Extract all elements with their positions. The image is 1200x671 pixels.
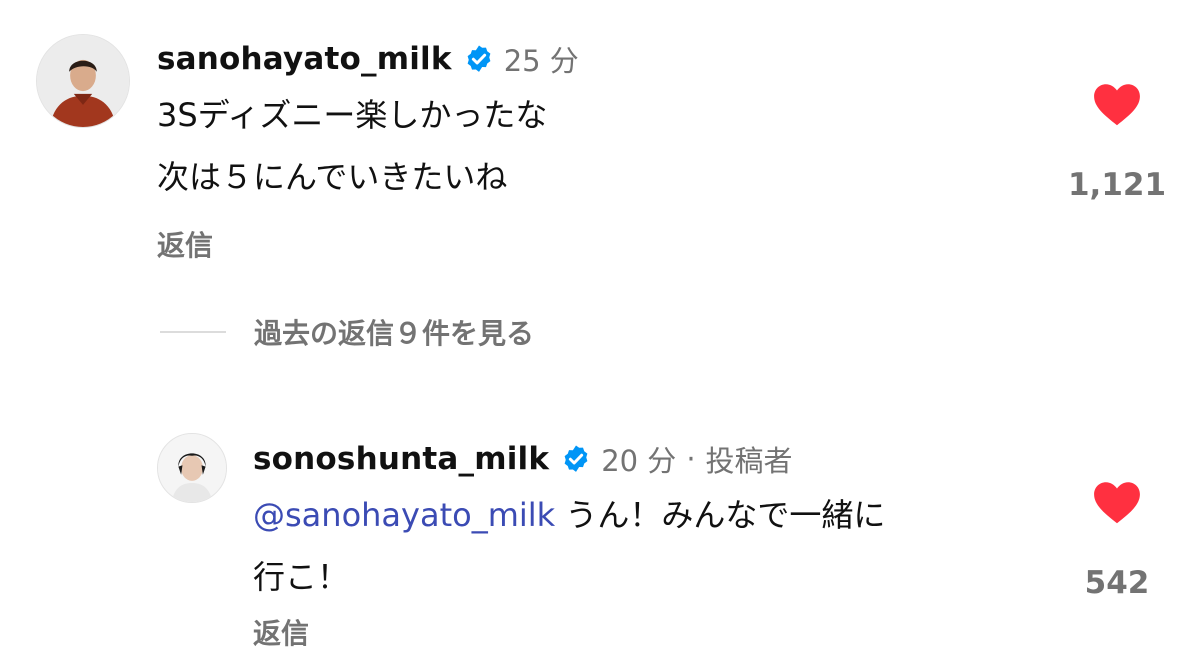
author-label: 投稿者 [705, 444, 793, 478]
comment-text-line: 3Sディズニー楽しかったな [157, 96, 548, 134]
like-count: 542 [1084, 565, 1150, 601]
mention-link[interactable]: @sanohayato_milk [253, 496, 555, 534]
verified-badge-icon [561, 444, 591, 474]
comment-text: 3Sディズニー楽しかったな 次は５にんでいきたいね [157, 84, 547, 208]
comment-header: sanohayato_milk 25 分 [157, 38, 579, 80]
timestamp: 25 分 [503, 44, 579, 78]
timestamp: 20 分 [601, 444, 677, 478]
comment-text-line: 行こ！ [253, 558, 350, 596]
view-replies-label: 過去の返信９件を見る [254, 317, 535, 350]
username[interactable]: sonoshunta_milk [253, 441, 549, 477]
comment-header: sonoshunta_milk 20 分 · 投稿者 [253, 438, 793, 480]
like-count: 1,121 [1067, 167, 1167, 203]
avatar-photo [37, 35, 129, 127]
avatar-photo [158, 434, 226, 502]
reply-button[interactable]: 返信 [253, 612, 309, 652]
view-replies-button[interactable]: 過去の返信９件を見る [160, 312, 534, 352]
comment-text: @sanohayato_milk うん！みんなで一緒に 行こ！ [253, 484, 885, 608]
meta-separator: · [686, 442, 696, 476]
replies-divider [160, 331, 226, 333]
verified-badge-icon [464, 44, 494, 74]
like-block: 1,121 [1062, 81, 1172, 203]
username[interactable]: sanohayato_milk [157, 41, 452, 77]
comment-text-line: @sanohayato_milk うん！みんなで一緒に [253, 484, 885, 546]
comment-text-span: うん！みんなで一緒に [555, 496, 886, 534]
reply-button[interactable]: 返信 [157, 224, 213, 264]
avatar[interactable] [157, 433, 227, 503]
comment-text-line: 次は５にんでいきたいね [157, 158, 508, 196]
like-block: 542 [1062, 479, 1172, 601]
heart-icon[interactable] [1092, 479, 1142, 525]
heart-icon[interactable] [1092, 81, 1142, 127]
avatar[interactable] [36, 34, 130, 128]
